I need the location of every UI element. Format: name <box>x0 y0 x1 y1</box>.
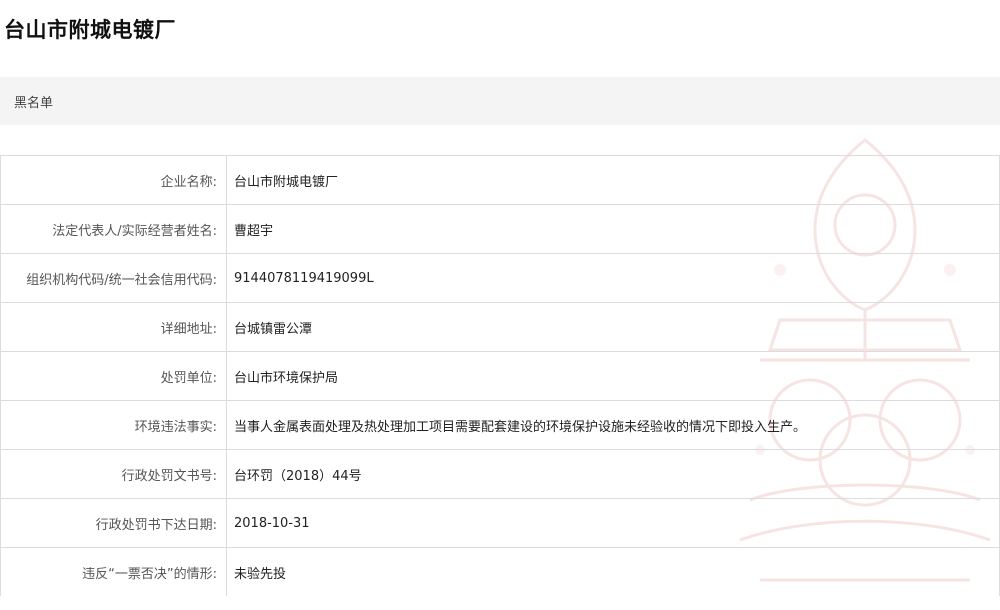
section-header-bar: 黑名单 <box>0 77 1000 125</box>
field-value: 9144078119419099L <box>226 253 1000 303</box>
table-row: 违反“一票否决”的情形: 未验先投 <box>0 547 1000 596</box>
field-value: 未验先投 <box>226 547 1000 596</box>
table-row: 详细地址: 台城镇雷公潭 <box>0 302 1000 352</box>
field-label: 法定代表人/实际经营者姓名: <box>0 204 227 254</box>
company-info-table: 企业名称: 台山市附城电镀厂 法定代表人/实际经营者姓名: 曹超宇 组织机构代码… <box>0 155 1000 596</box>
field-label: 行政处罚书下达日期: <box>0 498 227 548</box>
section-label: 黑名单 <box>14 96 54 111</box>
field-value: 2018-10-31 <box>226 498 1000 548</box>
field-value: 台城镇雷公潭 <box>226 302 1000 352</box>
field-label: 组织机构代码/统一社会信用代码: <box>0 253 227 303</box>
field-label: 企业名称: <box>0 155 227 205</box>
table-row: 法定代表人/实际经营者姓名: 曹超宇 <box>0 204 1000 254</box>
table-row: 环境违法事实: 当事人金属表面处理及热处理加工项目需要配套建设的环境保护设施未经… <box>0 400 1000 450</box>
field-value: 曹超宇 <box>226 204 1000 254</box>
page-title: 台山市附城电镀厂 <box>4 17 176 42</box>
field-value: 台山市附城电镀厂 <box>226 155 1000 205</box>
field-value: 台环罚（2018）44号 <box>226 449 1000 499</box>
table-row: 企业名称: 台山市附城电镀厂 <box>0 155 1000 205</box>
field-label: 违反“一票否决”的情形: <box>0 547 227 596</box>
table-row: 处罚单位: 台山市环境保护局 <box>0 351 1000 401</box>
table-row: 行政处罚文书号: 台环罚（2018）44号 <box>0 449 1000 499</box>
field-label: 详细地址: <box>0 302 227 352</box>
field-label: 环境违法事实: <box>0 400 227 450</box>
field-label: 行政处罚文书号: <box>0 449 227 499</box>
table-row: 行政处罚书下达日期: 2018-10-31 <box>0 498 1000 548</box>
field-label: 处罚单位: <box>0 351 227 401</box>
field-value: 台山市环境保护局 <box>226 351 1000 401</box>
table-row: 组织机构代码/统一社会信用代码: 9144078119419099L <box>0 253 1000 303</box>
field-value: 当事人金属表面处理及热处理加工项目需要配套建设的环境保护设施未经验收的情况下即投… <box>226 400 1000 450</box>
